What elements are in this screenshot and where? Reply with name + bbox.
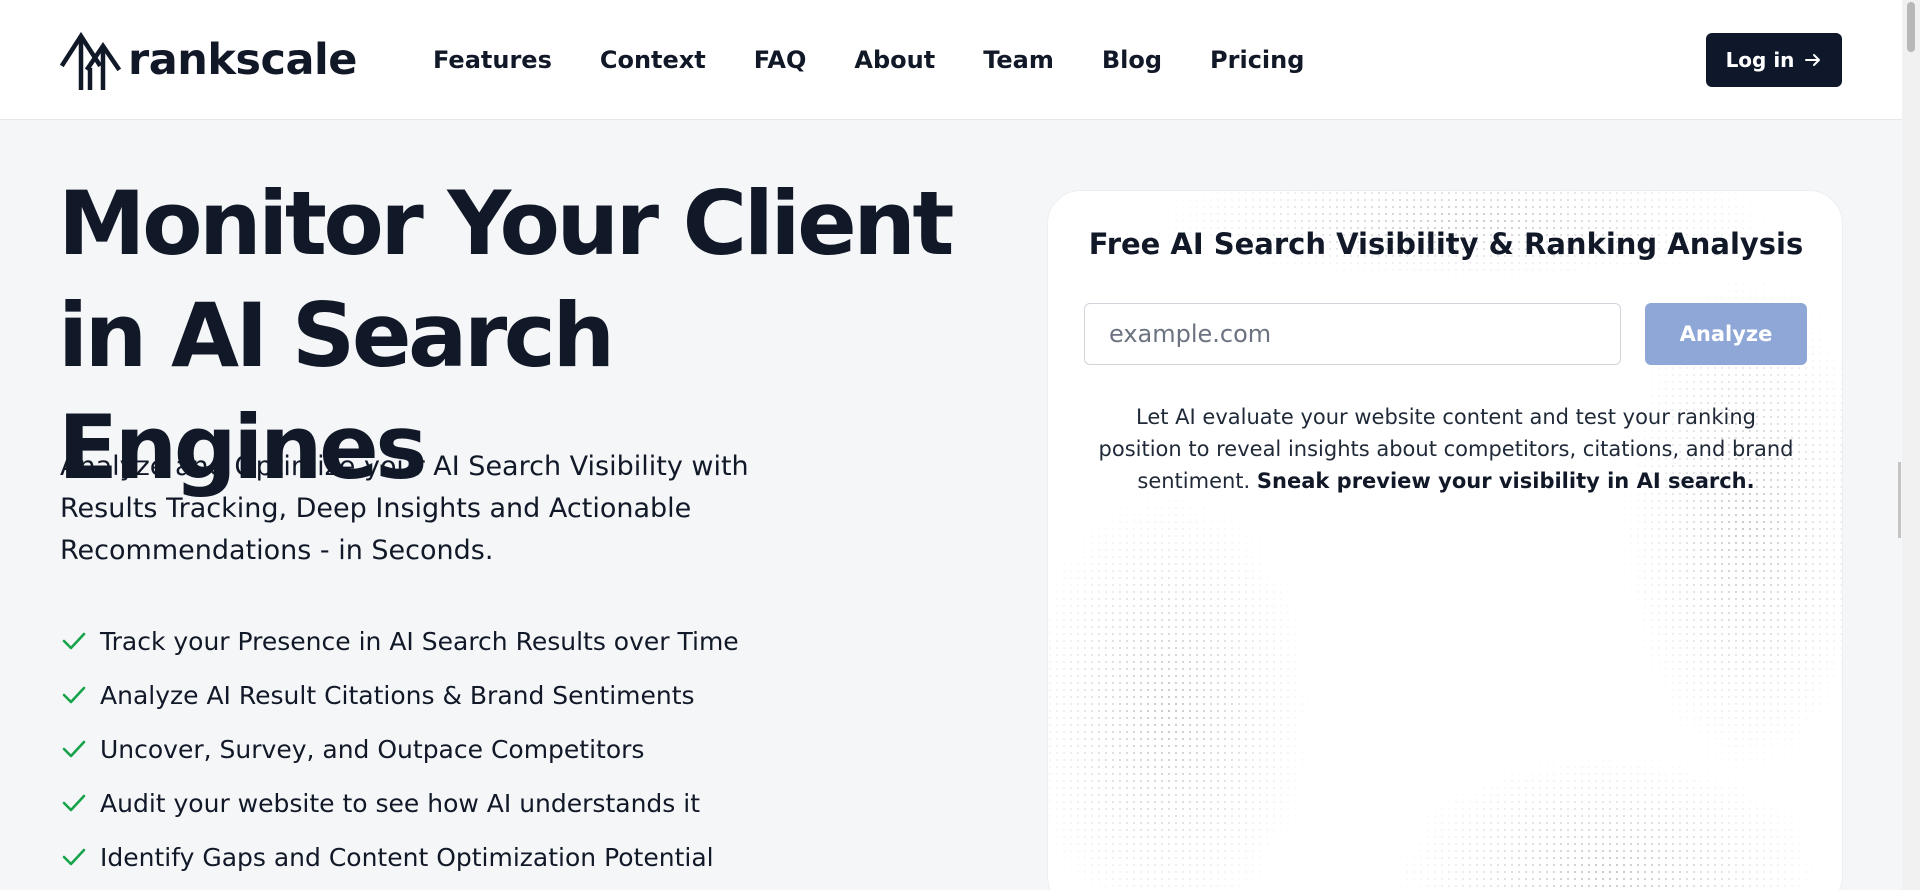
check-icon — [62, 740, 86, 758]
page: rankscale Features Context FAQ About Tea… — [0, 0, 1920, 890]
brand-logo[interactable]: rankscale — [60, 30, 357, 90]
website-url-input[interactable] — [1084, 303, 1621, 365]
nav-item-team[interactable]: Team — [983, 44, 1054, 76]
check-icon — [62, 632, 86, 650]
feature-text: Track your Presence in AI Search Results… — [100, 626, 739, 656]
brand-name: rankscale — [128, 35, 357, 85]
nav-item-context[interactable]: Context — [600, 44, 706, 76]
nav-item-blog[interactable]: Blog — [1102, 44, 1162, 76]
feature-list: Track your Presence in AI Search Results… — [60, 614, 739, 884]
list-item: Analyze AI Result Citations & Brand Sent… — [60, 668, 739, 722]
nav-item-faq[interactable]: FAQ — [754, 44, 807, 76]
scrollbar-thumb[interactable] — [1907, 2, 1915, 52]
scroll-indicator — [1898, 462, 1901, 538]
main-nav: Features Context FAQ About Team Blog Pri… — [433, 44, 1352, 76]
dot-pattern-background — [1048, 191, 1842, 890]
check-icon — [62, 848, 86, 866]
feature-text: Identify Gaps and Content Optimization P… — [100, 842, 714, 872]
rankscale-arrows-logo-icon — [60, 31, 122, 90]
nav-item-pricing[interactable]: Pricing — [1210, 44, 1304, 76]
nav-item-features[interactable]: Features — [433, 44, 552, 76]
list-item: Track your Presence in AI Search Results… — [60, 614, 739, 668]
analyze-button[interactable]: Analyze — [1645, 303, 1807, 365]
list-item: Audit your website to see how AI underst… — [60, 776, 739, 830]
list-item: Identify Gaps and Content Optimization P… — [60, 830, 739, 884]
check-icon — [62, 686, 86, 704]
login-button[interactable]: Log in — [1706, 33, 1842, 87]
hero-title-line-1: Monitor Your Client — [58, 172, 955, 275]
card-description: Let AI evaluate your website content and… — [1098, 401, 1794, 497]
feature-text: Analyze AI Result Citations & Brand Sent… — [100, 680, 695, 710]
card-description-bold: Sneak preview your visibility in AI sear… — [1256, 469, 1755, 493]
arrow-right-icon — [1805, 54, 1821, 66]
nav-item-about[interactable]: About — [854, 44, 935, 76]
page-scrollbar[interactable] — [1902, 0, 1920, 890]
analysis-card: Free AI Search Visibility & Ranking Anal… — [1047, 190, 1843, 890]
card-title: Free AI Search Visibility & Ranking Anal… — [1088, 227, 1804, 261]
hero-subtitle: Analyze and Optimize your AI Search Visi… — [60, 451, 749, 566]
check-icon — [62, 794, 86, 812]
list-item: Uncover, Survey, and Outpace Competitors — [60, 722, 739, 776]
feature-text: Uncover, Survey, and Outpace Competitors — [100, 734, 645, 764]
feature-text: Audit your website to see how AI underst… — [100, 788, 700, 818]
site-header: rankscale Features Context FAQ About Tea… — [0, 0, 1902, 120]
login-button-label: Log in — [1725, 48, 1795, 72]
